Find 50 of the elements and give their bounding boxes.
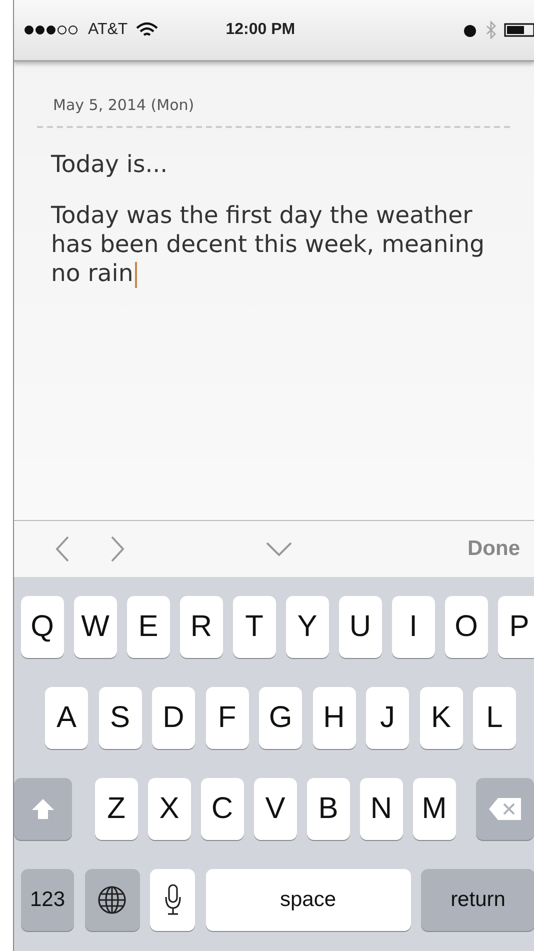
letter-key[interactable]: O bbox=[445, 596, 488, 658]
note-date: May 5, 2014 (Mon) bbox=[37, 96, 510, 128]
letter-key[interactable]: A bbox=[45, 687, 88, 749]
letter-key[interactable]: L bbox=[473, 687, 516, 749]
clock-time: 12:00 PM bbox=[226, 21, 296, 39]
note-title: Today is... bbox=[50, 150, 169, 179]
letter-key[interactable]: K bbox=[420, 687, 462, 749]
alarm-icon bbox=[462, 22, 478, 38]
letter-key[interactable]: H bbox=[312, 687, 356, 749]
delete-key[interactable] bbox=[476, 778, 534, 840]
carrier-name: AT&T bbox=[88, 21, 128, 39]
letter-key[interactable]: J bbox=[366, 687, 409, 749]
numbers-key[interactable]: 123 bbox=[21, 869, 74, 931]
letter-key[interactable]: N bbox=[360, 778, 402, 840]
letter-key[interactable]: S bbox=[98, 687, 142, 749]
letter-key[interactable]: Y bbox=[286, 596, 328, 658]
letter-key[interactable]: Q bbox=[21, 596, 64, 658]
return-key[interactable]: return bbox=[421, 869, 534, 931]
globe-icon bbox=[97, 885, 127, 915]
letter-key[interactable]: F bbox=[206, 687, 248, 749]
wifi-icon bbox=[136, 22, 158, 38]
letter-key[interactable]: V bbox=[254, 778, 296, 840]
microphone-key[interactable] bbox=[150, 869, 195, 931]
microphone-icon bbox=[164, 884, 180, 916]
signal-icon bbox=[24, 25, 80, 35]
letter-key[interactable]: P bbox=[498, 596, 534, 658]
shift-icon bbox=[31, 798, 55, 820]
letter-key[interactable]: Z bbox=[95, 778, 138, 840]
letter-key[interactable]: C bbox=[201, 778, 244, 840]
shift-key[interactable] bbox=[14, 778, 72, 840]
chevron-down-icon[interactable] bbox=[266, 541, 292, 557]
letter-key[interactable]: X bbox=[148, 778, 190, 840]
letter-key[interactable]: B bbox=[307, 778, 350, 840]
letter-key[interactable]: M bbox=[413, 778, 456, 840]
letter-key[interactable]: R bbox=[180, 596, 222, 658]
letter-key[interactable]: E bbox=[127, 596, 170, 658]
letter-key[interactable]: W bbox=[74, 596, 116, 658]
bluetooth-icon bbox=[486, 21, 496, 39]
battery-icon bbox=[504, 23, 534, 37]
globe-key[interactable] bbox=[84, 869, 140, 931]
backspace-icon bbox=[488, 797, 522, 821]
letter-key[interactable]: D bbox=[152, 687, 195, 749]
previous-icon[interactable] bbox=[54, 535, 70, 563]
letter-key[interactable]: U bbox=[339, 596, 382, 658]
letter-key[interactable]: I bbox=[392, 596, 434, 658]
letter-key[interactable]: G bbox=[259, 687, 302, 749]
space-key[interactable]: space bbox=[206, 869, 410, 931]
letter-key[interactable]: T bbox=[233, 596, 276, 658]
note-body[interactable]: Today was the first day the weather has been decent this week, meaning no rain bbox=[37, 201, 510, 288]
next-icon[interactable] bbox=[110, 535, 126, 563]
